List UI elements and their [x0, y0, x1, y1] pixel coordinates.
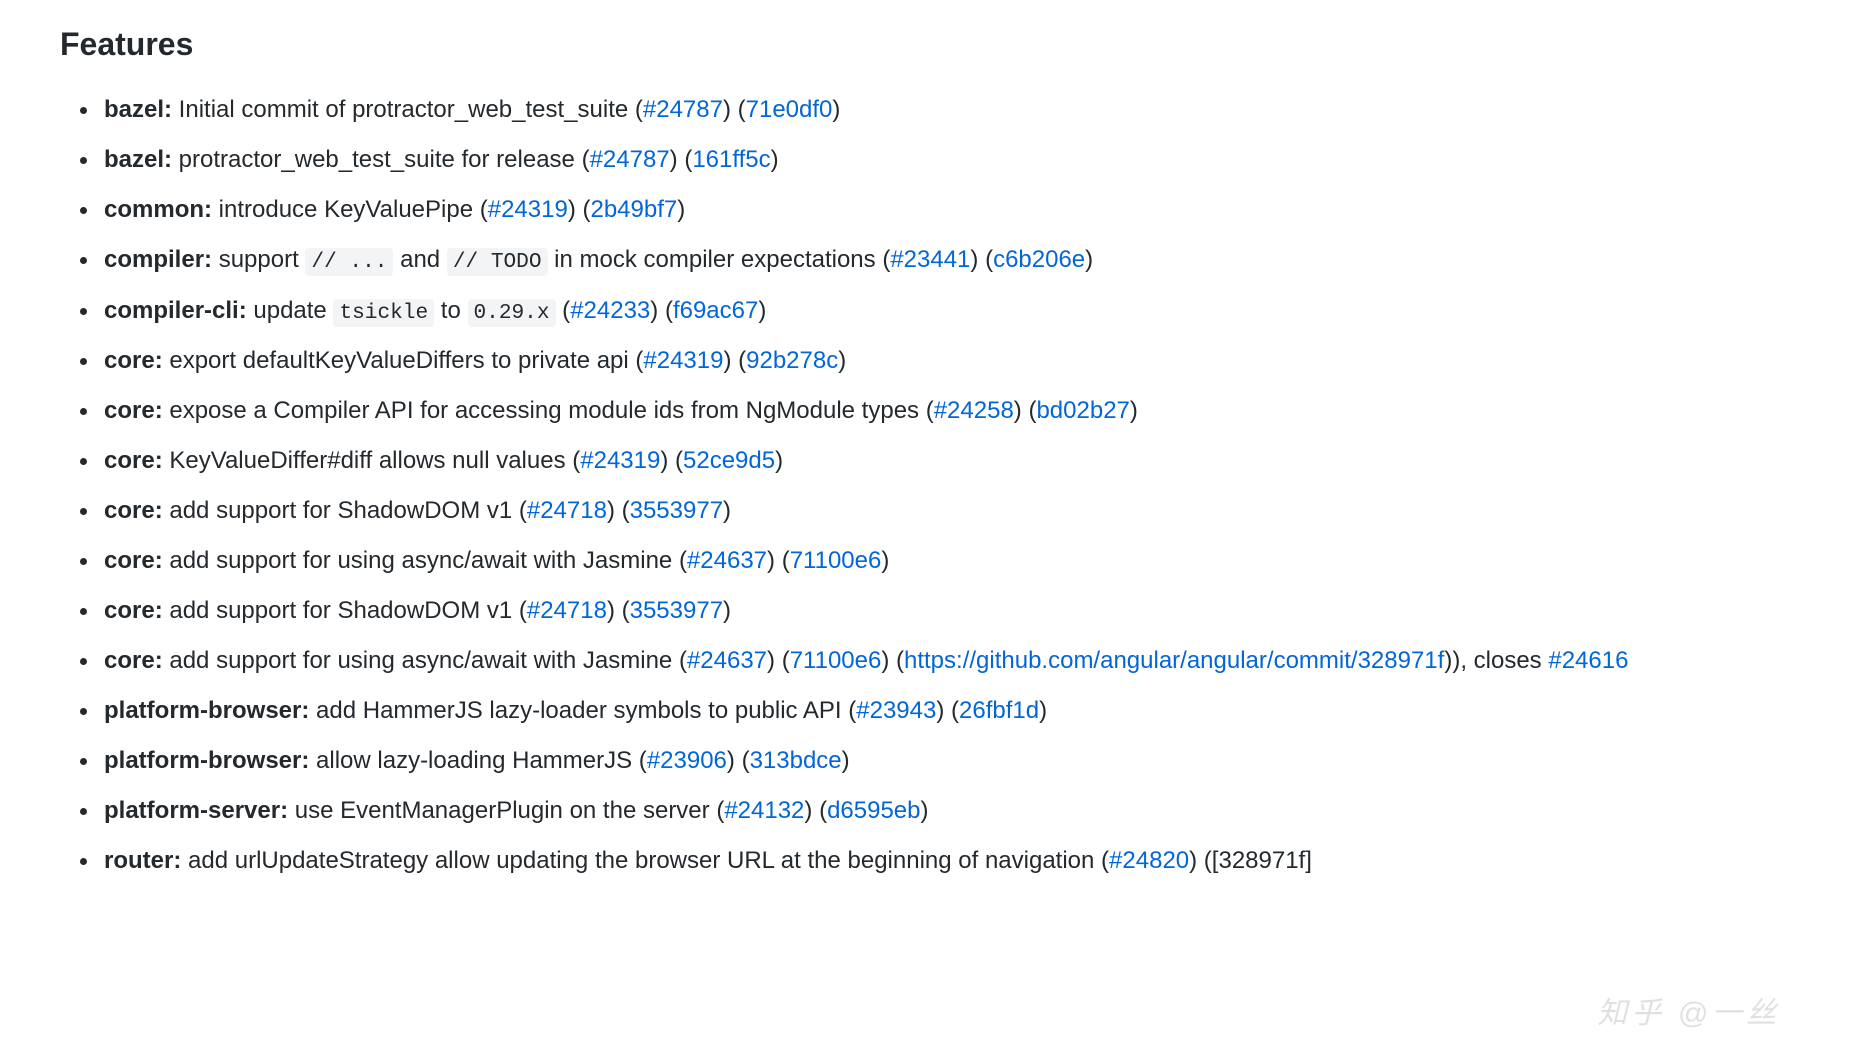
feature-item: core: add support for ShadowDOM v1 (#247…	[100, 593, 1790, 629]
issue-link[interactable]: #24787	[590, 146, 670, 173]
module-name: core:	[104, 597, 163, 624]
module-name: platform-browser:	[104, 747, 309, 774]
issue-link[interactable]: #24258	[934, 397, 1014, 424]
feature-item: common: introduce KeyValuePipe (#24319) …	[100, 192, 1790, 228]
feature-item: compiler: support // ... and // TODO in …	[100, 242, 1790, 279]
module-name: router:	[104, 847, 181, 874]
issue-link[interactable]: #24718	[527, 497, 607, 524]
feature-item: bazel: protractor_web_test_suite for rel…	[100, 142, 1790, 178]
commit-link[interactable]: 71100e6	[790, 547, 882, 574]
module-name: bazel:	[104, 96, 172, 123]
issue-link[interactable]: #24319	[643, 347, 723, 374]
feature-item: bazel: Initial commit of protractor_web_…	[100, 92, 1790, 128]
feature-item: compiler-cli: update tsickle to 0.29.x (…	[100, 293, 1790, 330]
commit-link[interactable]: 52ce9d5	[683, 447, 775, 474]
issue-link[interactable]: #23943	[856, 697, 936, 724]
issue-link[interactable]: #24787	[643, 96, 723, 123]
feature-item: core: add support for ShadowDOM v1 (#247…	[100, 493, 1790, 529]
commit-link[interactable]: https://github.com/angular/angular/commi…	[904, 647, 1444, 674]
code-span: tsickle	[333, 299, 434, 327]
feature-item: router: add urlUpdateStrategy allow upda…	[100, 843, 1790, 879]
commit-link[interactable]: 3553977	[630, 497, 723, 524]
code-span: // TODO	[447, 248, 548, 276]
issue-link[interactable]: #24616	[1548, 647, 1628, 674]
module-name: core:	[104, 347, 163, 374]
module-name: core:	[104, 647, 163, 674]
commit-link[interactable]: bd02b27	[1036, 397, 1129, 424]
commit-link[interactable]: f69ac67	[673, 297, 758, 324]
commit-link[interactable]: 71e0df0	[746, 96, 833, 123]
issue-link[interactable]: #24233	[570, 297, 650, 324]
issue-link[interactable]: #24319	[580, 447, 660, 474]
issue-link[interactable]: #24319	[488, 196, 568, 223]
module-name: platform-server:	[104, 797, 288, 824]
issue-link[interactable]: #23906	[647, 747, 727, 774]
module-name: core:	[104, 547, 163, 574]
commit-link[interactable]: c6b206e	[993, 246, 1085, 273]
module-name: compiler:	[104, 246, 212, 273]
module-name: common:	[104, 196, 212, 223]
code-span: 0.29.x	[468, 299, 556, 327]
feature-item: core: KeyValueDiffer#diff allows null va…	[100, 443, 1790, 479]
module-name: bazel:	[104, 146, 172, 173]
commit-link[interactable]: 3553977	[630, 597, 723, 624]
feature-item: core: expose a Compiler API for accessin…	[100, 393, 1790, 429]
feature-item: platform-server: use EventManagerPlugin …	[100, 793, 1790, 829]
module-name: core:	[104, 497, 163, 524]
issue-link[interactable]: #24820	[1109, 847, 1189, 874]
feature-item: core: add support for using async/await …	[100, 543, 1790, 579]
issue-link[interactable]: #23441	[890, 246, 970, 273]
commit-link[interactable]: 71100e6	[790, 647, 882, 674]
commit-link[interactable]: 2b49bf7	[590, 196, 677, 223]
commit-link[interactable]: d6595eb	[827, 797, 920, 824]
feature-item: platform-browser: add HammerJS lazy-load…	[100, 693, 1790, 729]
watermark: 知乎 @一丝	[1597, 991, 1780, 1036]
module-name: platform-browser:	[104, 697, 309, 724]
commit-link[interactable]: 92b278c	[746, 347, 838, 374]
commit-link[interactable]: 313bdce	[750, 747, 842, 774]
commit-link[interactable]: 161ff5c	[692, 146, 770, 173]
issue-link[interactable]: #24718	[527, 597, 607, 624]
feature-item: platform-browser: allow lazy-loading Ham…	[100, 743, 1790, 779]
feature-item: core: add support for using async/await …	[100, 643, 1790, 679]
section-heading: Features	[60, 20, 1790, 68]
module-name: core:	[104, 447, 163, 474]
features-list: bazel: Initial commit of protractor_web_…	[60, 92, 1790, 879]
module-name: core:	[104, 397, 163, 424]
module-name: compiler-cli:	[104, 297, 247, 324]
code-span: // ...	[305, 248, 393, 276]
changelog-section: Features bazel: Initial commit of protra…	[0, 0, 1850, 913]
commit-link[interactable]: 26fbf1d	[959, 697, 1039, 724]
feature-item: core: export defaultKeyValueDiffers to p…	[100, 343, 1790, 379]
issue-link[interactable]: #24132	[724, 797, 804, 824]
issue-link[interactable]: #24637	[687, 547, 767, 574]
issue-link[interactable]: #24637	[687, 647, 767, 674]
